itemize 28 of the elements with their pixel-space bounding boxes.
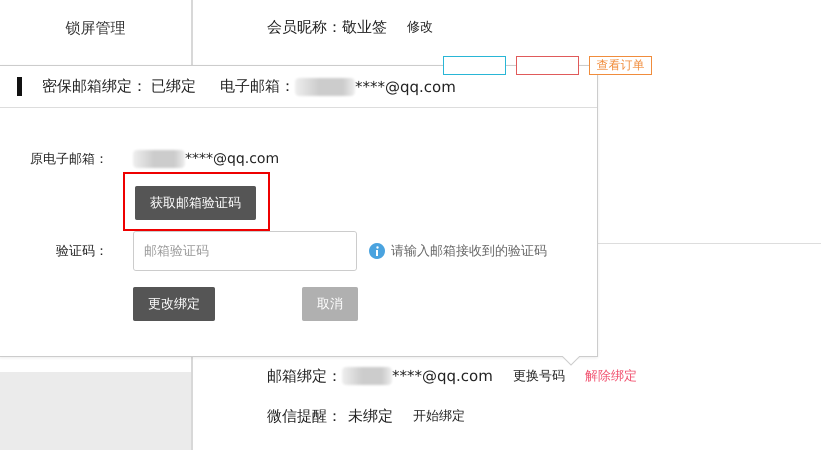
change-link[interactable]: 更换号码	[512, 367, 565, 385]
title-bar-mark	[17, 77, 22, 96]
email-value: ****@qq.com	[355, 78, 456, 96]
redacted-text	[133, 150, 185, 168]
email-label: 电子邮箱：	[220, 77, 295, 96]
confirm-button[interactable]: 更改绑定	[133, 287, 215, 321]
bind-status: 已绑定	[151, 77, 196, 96]
old-email-label: 原电子邮箱：	[29, 151, 108, 168]
redacted-text	[295, 78, 355, 96]
edit-link[interactable]: 修改	[407, 18, 433, 36]
nickname-label: 会员昵称：	[267, 18, 342, 36]
wechat-label: 微信提醒：	[267, 406, 342, 426]
level-tag[interactable]	[443, 56, 506, 75]
bind-link[interactable]: 开始绑定	[413, 407, 465, 425]
redacted-text	[342, 367, 392, 385]
sidebar-item[interactable]: 锁屏管理	[0, 0, 191, 56]
info-icon	[369, 243, 385, 259]
code-hint: 请输入邮箱接收到的验证码	[391, 243, 547, 260]
popup-title: 密保邮箱绑定：	[42, 77, 147, 96]
wechat-value: 未绑定	[348, 406, 393, 426]
code-label: 验证码：	[55, 243, 108, 260]
nickname-value: 敬业签	[342, 18, 387, 36]
email-value: ****@qq.com	[392, 367, 493, 385]
code-input[interactable]: 邮箱验证码	[133, 231, 357, 271]
get-code-button[interactable]: 获取邮箱验证码	[135, 186, 256, 220]
level-tag[interactable]	[516, 56, 579, 75]
email-label: 邮箱绑定：	[267, 366, 342, 386]
old-email-value: ****@qq.com	[185, 151, 280, 167]
